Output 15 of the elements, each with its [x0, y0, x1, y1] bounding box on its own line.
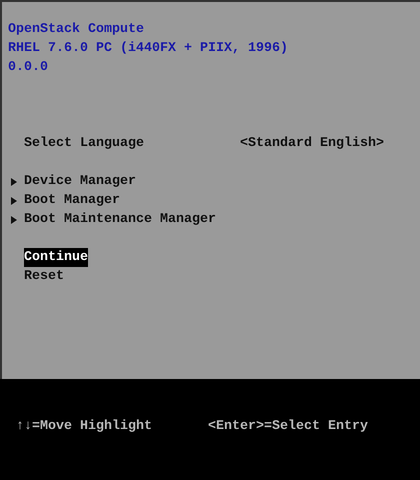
submenu-item[interactable]: Boot Maintenance Manager	[24, 210, 216, 229]
menu-action[interactable]: Reset	[24, 267, 64, 286]
triangle-icon	[11, 178, 17, 186]
header-text: RHEL 7.6.0 PC (i440FX + PIIX, 1996)	[8, 40, 289, 58]
menu-action[interactable]: Continue	[24, 248, 88, 267]
key-hint: <Enter>=Select Entry	[208, 418, 368, 436]
key-hint: ↑↓=Move Highlight	[16, 418, 153, 436]
submenu-item[interactable]: Boot Manager	[24, 191, 120, 210]
header-text: 0.0.0	[8, 59, 49, 77]
setting-value[interactable]: <Standard English>	[240, 134, 384, 153]
triangle-icon	[11, 216, 17, 224]
triangle-icon	[11, 197, 17, 205]
setting-label: Select Language	[24, 135, 145, 153]
header-text: OpenStack Compute	[8, 21, 145, 39]
submenu-item[interactable]: Device Manager	[24, 172, 136, 191]
